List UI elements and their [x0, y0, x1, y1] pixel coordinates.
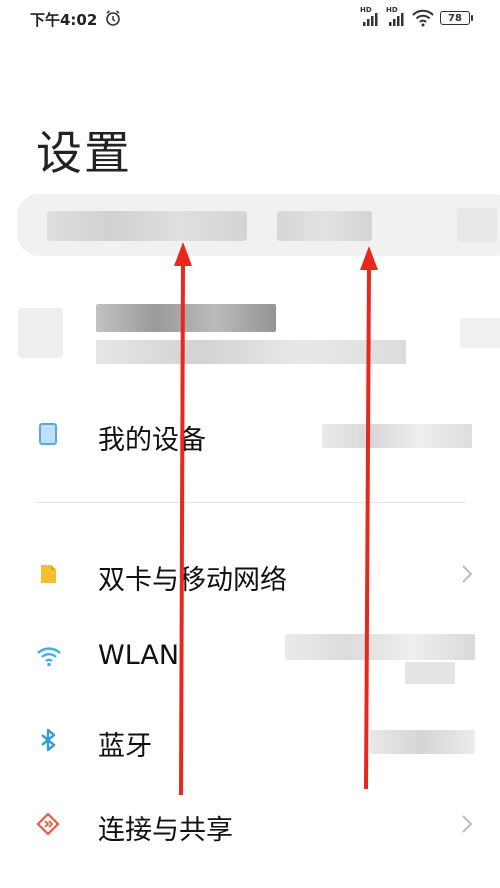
avatar: [18, 308, 63, 358]
menu-item-label: 连接与共享: [98, 815, 233, 846]
tablet-icon: [36, 422, 60, 446]
divider: [34, 502, 466, 503]
menu-item-bluetooth[interactable]: 蓝牙: [0, 710, 500, 770]
wifi-icon: [412, 9, 434, 27]
status-bar: 下午4:02 HD HD 78: [0, 0, 500, 38]
search-text-blurred: [277, 211, 372, 241]
signal-icon: HD: [360, 6, 380, 27]
status-time: 下午4:02: [30, 11, 98, 29]
page-title: 设置: [36, 126, 132, 180]
annotation-arrow: [174, 242, 192, 796]
sim-card-icon: [36, 562, 60, 586]
signal-icon: HD: [386, 6, 406, 27]
menu-item-sim-network[interactable]: 双卡与移动网络: [0, 544, 500, 604]
account-chevron-blurred: [460, 318, 500, 348]
annotation-arrow: [360, 246, 378, 790]
bluetooth-value-blurred: [370, 730, 475, 754]
wlan-value-blurred: [405, 662, 455, 684]
chevron-right-icon: [460, 812, 474, 836]
menu-item-my-device[interactable]: 我的设备: [0, 404, 500, 464]
alarm-icon: [104, 9, 122, 27]
wifi-icon: [36, 644, 61, 668]
device-value-blurred: [322, 424, 472, 448]
chevron-right-icon: [460, 562, 474, 586]
search-bar[interactable]: [17, 194, 500, 256]
bluetooth-icon: [36, 728, 60, 752]
menu-item-label: WLAN: [98, 640, 180, 671]
share-icon: [36, 812, 60, 836]
menu-item-connection-sharing[interactable]: 连接与共享: [0, 794, 500, 854]
search-icon-blurred: [457, 208, 497, 242]
search-text-blurred: [47, 211, 247, 241]
account-row[interactable]: [0, 290, 500, 380]
menu-item-wlan[interactable]: WLAN: [0, 626, 500, 686]
menu-item-label: 蓝牙: [98, 731, 152, 762]
battery-icon: 78: [440, 11, 473, 25]
